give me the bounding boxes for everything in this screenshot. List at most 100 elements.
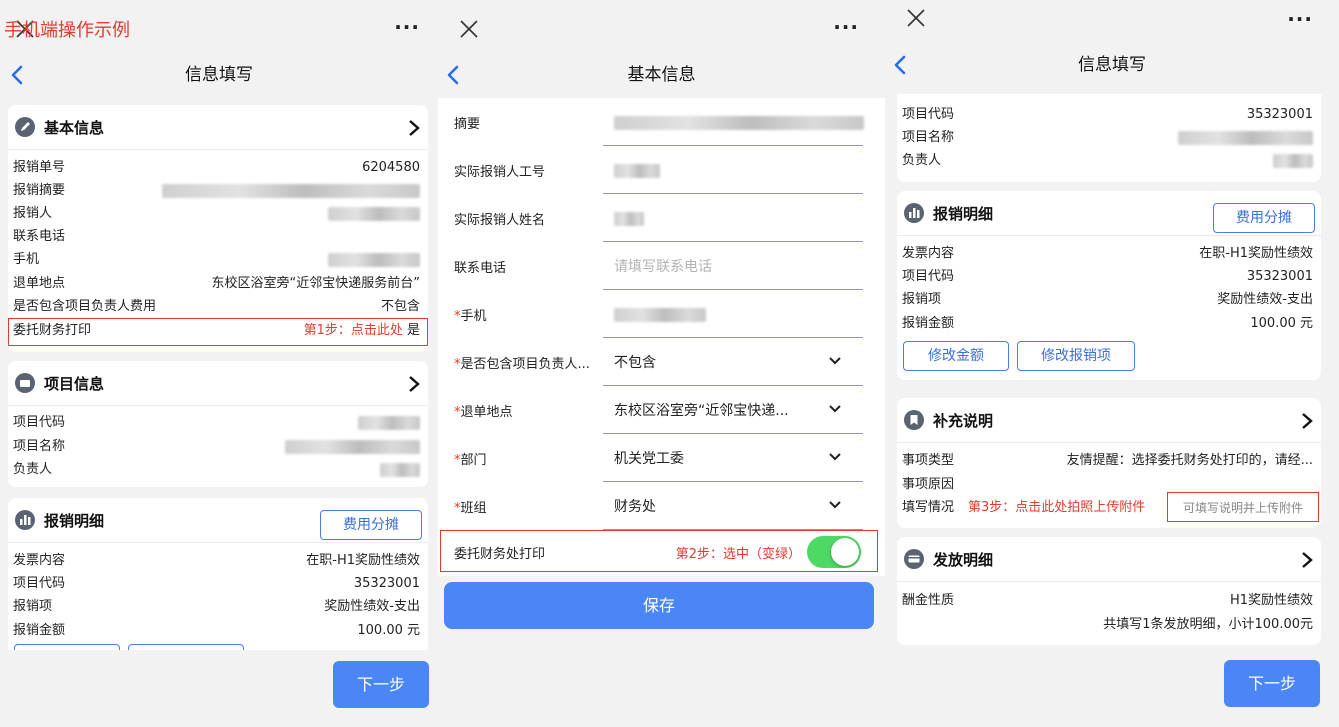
info-row: 项目名称 [902, 127, 1313, 149]
phone-placeholder: 请填写联系电话 [614, 259, 712, 275]
chevron-down-icon [829, 405, 841, 413]
payout-card: 发放明细 酬金性质 H1奖励性绩效 共填写1条发放明细，小计100.00元 [897, 537, 1321, 645]
card-icon [904, 549, 924, 569]
info-row: 是否包含项目负责人费用 不包含 [13, 299, 420, 314]
chevron-right-icon [409, 376, 420, 392]
info-row: 报销单号 6204580 [13, 160, 420, 175]
save-button[interactable]: 保存 [444, 582, 874, 629]
top-bar: 手机端操作示例 ··· [0, 0, 438, 56]
bookmark-icon [904, 410, 924, 430]
bar-chart-icon [15, 510, 35, 530]
blurred-value [614, 116, 864, 130]
info-row: 项目代码 35323001 [902, 269, 1313, 284]
info-row: 报销金额 100.00 元 [902, 316, 1313, 331]
select-department[interactable]: *部门 机关党工委 [438, 434, 885, 482]
chevron-right-icon [1302, 552, 1313, 568]
info-row: 项目代码 35323001 [13, 576, 420, 591]
info-row: 项目代码 [13, 412, 420, 434]
screen-2: ··· 基本信息 摘要 实际报销人工号 实际报销人姓名 联系电话 请填写联系电话… [438, 0, 885, 727]
info-row: 联系电话 [13, 229, 66, 244]
nav-bar: 信息填写 [0, 54, 438, 96]
upload-attachment-field[interactable]: 可填写说明并上传附件 [1167, 492, 1319, 522]
screen-1: 手机端操作示例 ··· 信息填写 基本信息 报销单号 6204580 报销摘要 报… [0, 0, 438, 727]
chevron-down-icon [829, 453, 841, 461]
field-staff-name[interactable]: 实际报销人姓名 [438, 194, 885, 242]
chevron-down-icon [829, 357, 841, 365]
cost-split-button[interactable]: 费用分摊 [1213, 203, 1315, 233]
info-row: 项目代码 35323001 [902, 107, 1313, 122]
select-include-leader-cost[interactable]: *是否包含项目负责人... 不包含 [438, 338, 885, 386]
payout-header[interactable]: 发放明细 [897, 537, 1321, 582]
info-row: 报销项 奖励性绩效-支出 [902, 292, 1313, 307]
blurred-value [1178, 131, 1313, 145]
blurred-value [614, 164, 660, 178]
close-icon[interactable] [458, 18, 480, 40]
basic-info-form: 摘要 实际报销人工号 实际报销人姓名 联系电话 请填写联系电话 *手机 *是否包… [438, 98, 885, 576]
edit-amount-button[interactable]: 修改金额 [903, 341, 1009, 371]
field-summary[interactable]: 摘要 [438, 98, 885, 146]
field-staff-id[interactable]: 实际报销人工号 [438, 146, 885, 194]
nav-bar: 基本信息 [438, 54, 885, 96]
chevron-down-icon [829, 501, 841, 509]
next-step-button[interactable]: 下一步 [333, 661, 429, 708]
more-icon[interactable]: ··· [833, 17, 859, 37]
more-icon[interactable]: ··· [1287, 9, 1313, 29]
info-row: 负责人 [13, 459, 420, 481]
cost-split-button[interactable]: 费用分摊 [320, 510, 422, 540]
blurred-value [328, 253, 420, 267]
page-title: 信息填写 [1078, 55, 1146, 75]
basic-info-header[interactable]: 基本信息 [8, 105, 428, 150]
supplement-header[interactable]: 补充说明 [897, 398, 1321, 443]
info-row: 发票内容 在职-H1奖励性绩效 [902, 246, 1313, 261]
card-title: 基本信息 [44, 119, 105, 137]
folder-icon [15, 373, 35, 393]
supplement-card: 补充说明 事项类型 友情提醒：选择委托财务处打印的，请经... 事项原因 填写情况… [897, 398, 1321, 528]
blurred-value [328, 207, 420, 221]
more-icon[interactable]: ··· [394, 17, 420, 37]
card-title: 报销明细 [44, 512, 105, 530]
card-title: 报销明细 [933, 205, 994, 223]
project-info-header[interactable]: 项目信息 [8, 361, 428, 406]
info-row: 报销项 奖励性绩效-支出 [13, 599, 420, 614]
page-title: 信息填写 [185, 65, 253, 85]
select-return-location[interactable]: *退单地点 东校区浴室旁“近邻宝快递... [438, 386, 885, 434]
edit-item-button[interactable]: 修改报销项 [1017, 341, 1135, 371]
blurred-value [1273, 154, 1313, 168]
card-title: 项目信息 [44, 375, 105, 393]
chevron-right-icon [409, 120, 420, 136]
reimbursement-detail-card: 报销明细 费用分摊 发票内容 在职-H1奖励性绩效 项目代码 35323001 报销… [8, 498, 428, 658]
highlight-box [8, 318, 428, 346]
info-row: 手机 [13, 249, 420, 271]
close-icon[interactable] [905, 7, 927, 29]
field-mobile[interactable]: *手机 [438, 290, 885, 338]
project-info-card: 项目代码 35323001 项目名称 负责人 [897, 94, 1321, 182]
info-row: 发票内容 在职-H1奖励性绩效 [13, 553, 420, 568]
highlight-box [440, 530, 878, 572]
edit-icon [15, 117, 35, 137]
top-bar: ··· [438, 0, 885, 56]
demo-watermark: 手机端操作示例 [4, 20, 130, 41]
blurred-value [380, 463, 420, 477]
project-info-card: 项目信息 项目代码 项目名称 负责人 [8, 361, 428, 487]
payout-summary: 共填写1条发放明细，小计100.00元 [1103, 617, 1313, 632]
bar-chart-icon [904, 203, 924, 223]
chevron-right-icon [1302, 413, 1313, 429]
blurred-value [162, 184, 420, 198]
info-row: 酬金性质 H1奖励性绩效 [902, 593, 1313, 608]
card-title: 补充说明 [933, 412, 994, 430]
blurred-value [614, 308, 706, 322]
info-row: 报销摘要 [13, 180, 420, 202]
info-row: 报销人 [13, 203, 420, 225]
next-step-button[interactable]: 下一步 [1224, 660, 1320, 707]
field-phone[interactable]: 联系电话 请填写联系电话 [438, 242, 885, 290]
step-hint: 第3步：点击此处拍照上传附件 [968, 500, 1146, 515]
reimbursement-detail-card: 报销明细 费用分摊 发票内容 在职-H1奖励性绩效 项目代码 35323001 报销… [897, 191, 1321, 380]
select-team[interactable]: *班组 财务处 [438, 482, 885, 530]
blurred-value [614, 212, 644, 226]
page-title: 基本信息 [627, 65, 696, 85]
blurred-value [285, 440, 420, 454]
screen-3: ··· 信息填写 项目代码 35323001 项目名称 负责人 报销明细 费用分摊… [885, 0, 1339, 727]
top-bar: ··· [885, 0, 1339, 44]
detail-header: 报销明细 费用分摊 [8, 498, 428, 543]
blurred-value [358, 416, 420, 430]
